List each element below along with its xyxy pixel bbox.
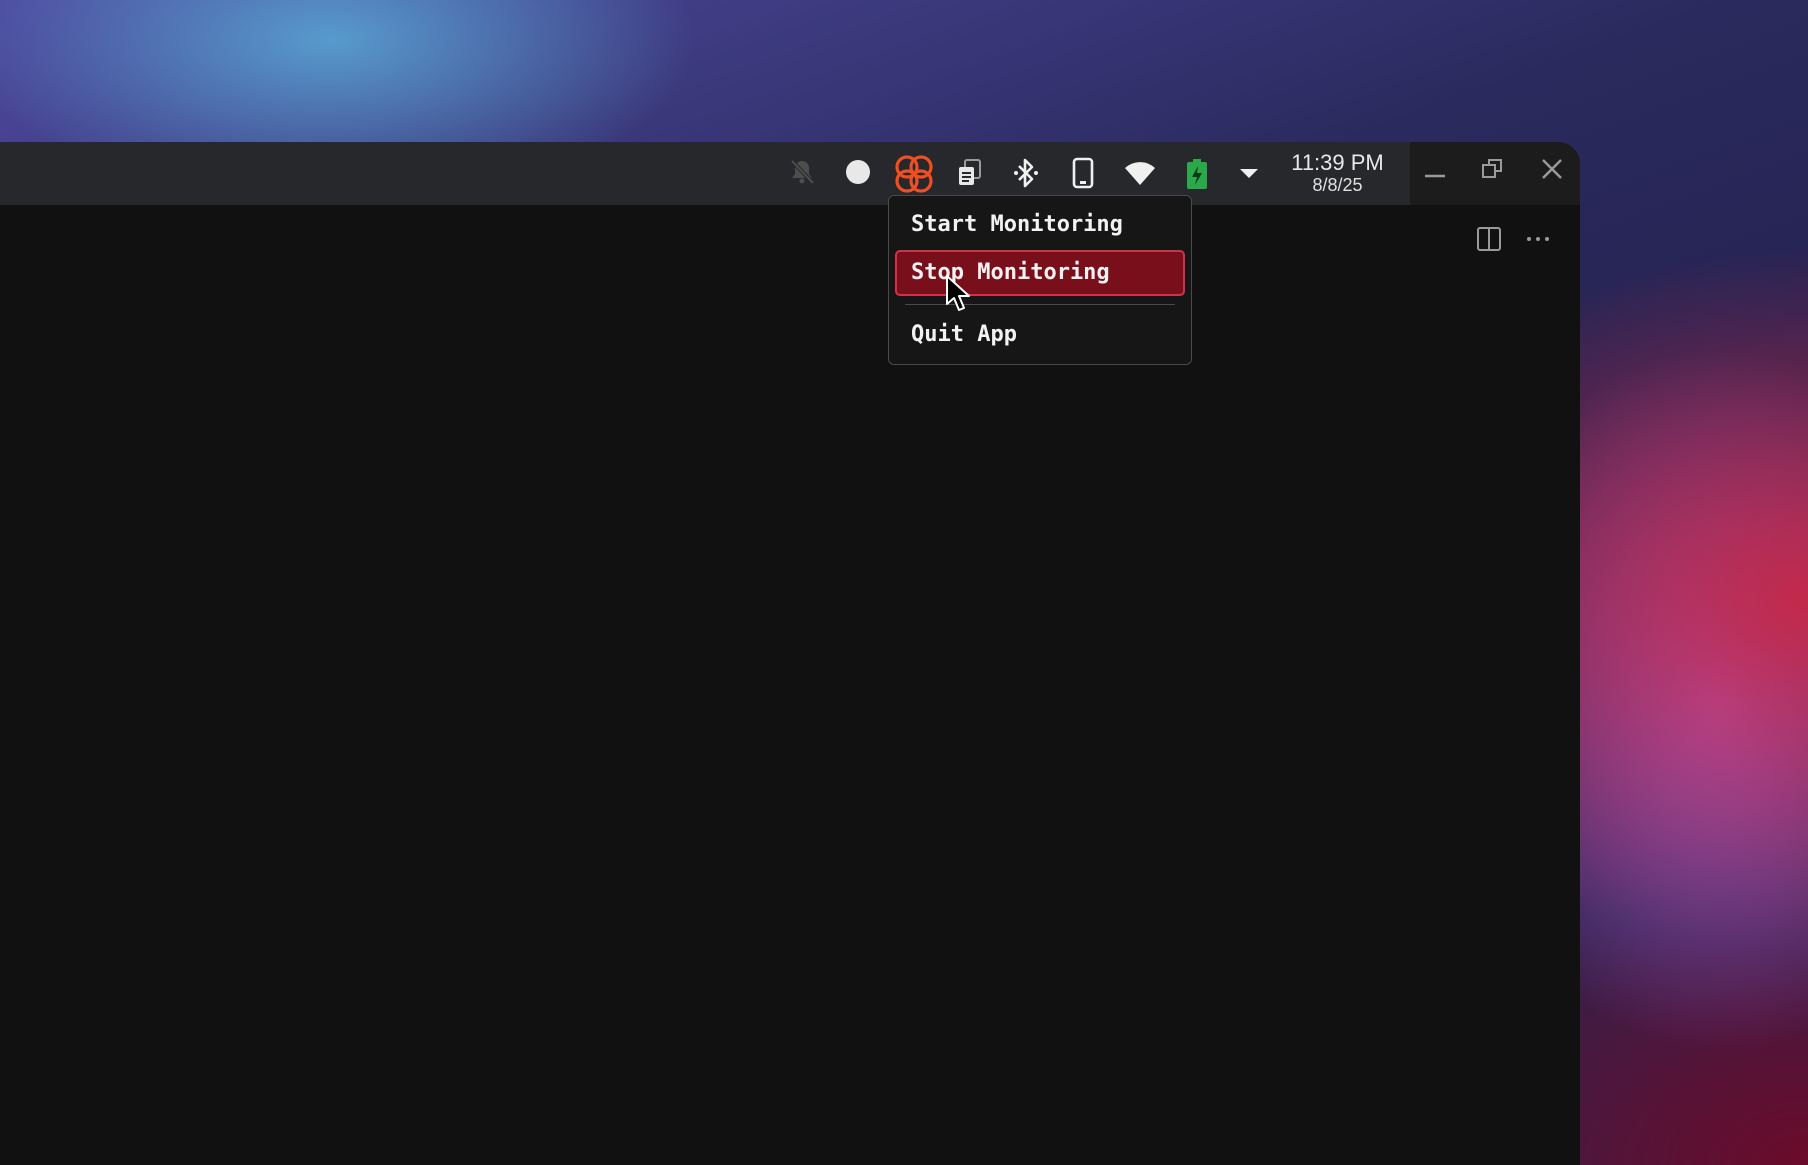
more-options-icon[interactable] <box>1522 224 1554 254</box>
record-dot-icon[interactable] <box>842 156 874 188</box>
app-window: 11:39 PM 8/8/25 <box>0 142 1580 1165</box>
context-menu: Start Monitoring Stop Monitoring Quit Ap… <box>888 195 1192 365</box>
start-monitoring-item[interactable]: Start Monitoring <box>895 202 1185 248</box>
clock-date[interactable]: 8/8/25 <box>1280 176 1395 194</box>
clipboard-icon[interactable] <box>953 156 987 190</box>
taskbar: 11:39 PM 8/8/25 <box>0 142 1410 205</box>
split-view-icon[interactable] <box>1474 224 1504 254</box>
minimize-icon[interactable] <box>1420 154 1450 184</box>
bluetooth-icon[interactable] <box>1010 156 1042 190</box>
chevron-down-icon[interactable] <box>1236 160 1262 186</box>
phone-icon[interactable] <box>1068 156 1098 190</box>
restore-icon[interactable] <box>1478 154 1508 184</box>
clock-time[interactable]: 11:39 PM <box>1280 152 1395 174</box>
stop-monitoring-item[interactable]: Stop Monitoring <box>895 250 1185 296</box>
mouse-cursor-icon <box>944 274 974 319</box>
app-logo-icon[interactable] <box>892 152 936 196</box>
wifi-icon[interactable] <box>1122 158 1158 188</box>
close-icon[interactable] <box>1537 154 1567 184</box>
quit-app-item[interactable]: Quit App <box>895 312 1185 358</box>
battery-charging-icon[interactable] <box>1182 156 1212 192</box>
bell-muted-icon[interactable] <box>786 156 818 188</box>
